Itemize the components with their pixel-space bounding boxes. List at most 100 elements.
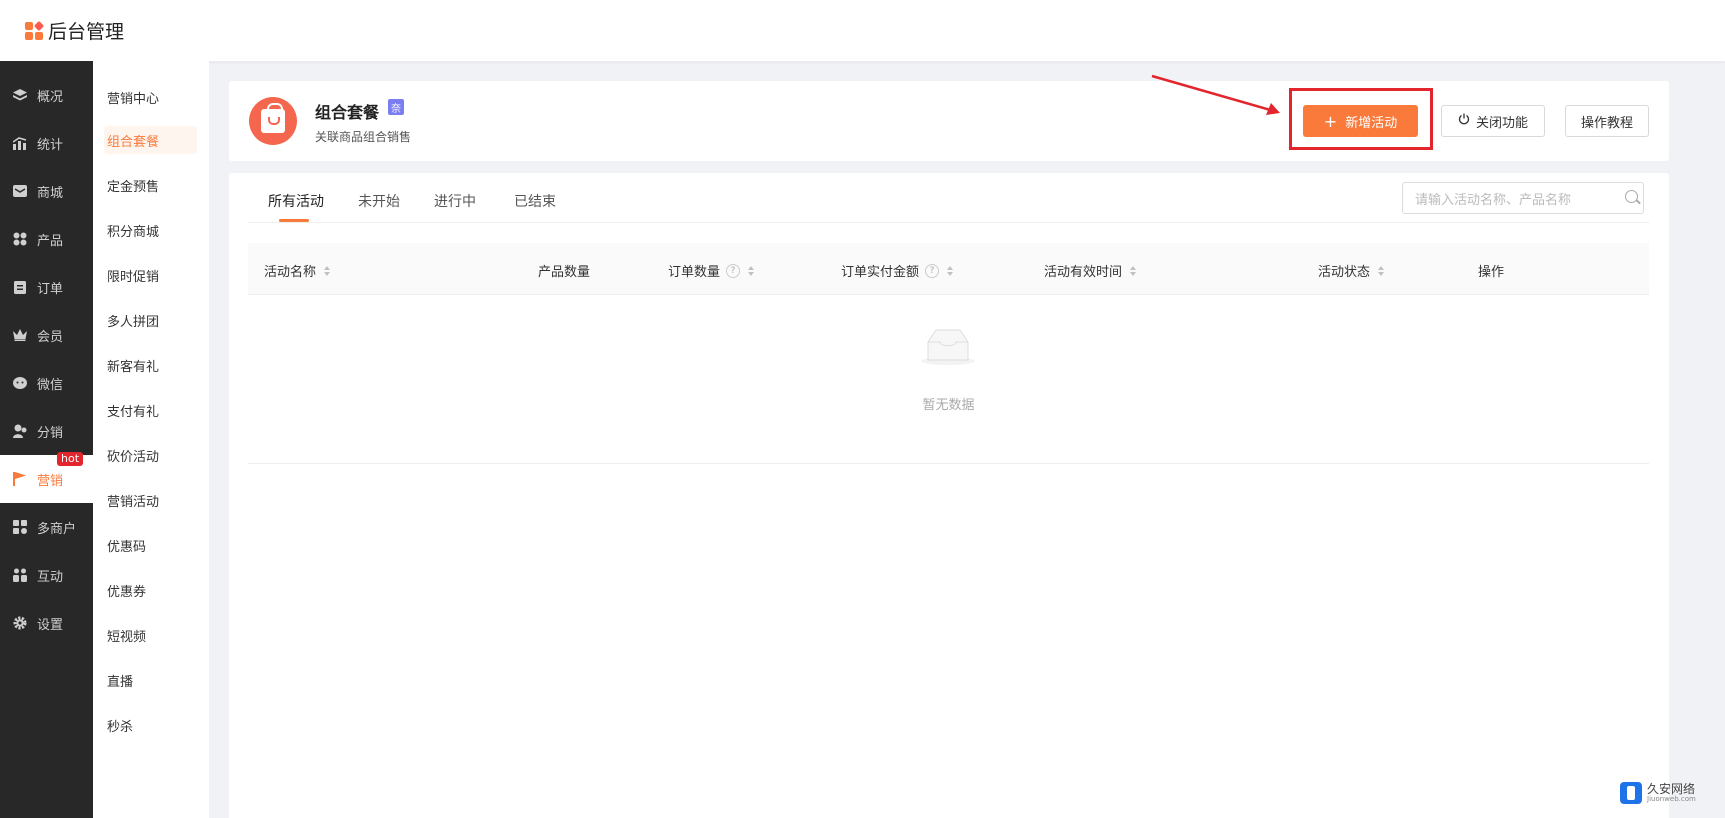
subnav-deposit-presale[interactable]: 定金预售 xyxy=(104,171,197,199)
col-label: 订单实付金额 xyxy=(841,265,920,280)
nav-label: 微信 xyxy=(37,377,64,393)
col-label: 活动名称 xyxy=(264,265,317,280)
nav-wechat[interactable]: 微信 xyxy=(0,359,93,407)
nav-label: 产品 xyxy=(37,233,64,249)
watermark-sub: Jiuonweb.com xyxy=(1647,795,1696,803)
clipboard-icon xyxy=(12,280,27,295)
add-activity-label: 新增活动 xyxy=(1345,115,1398,131)
watermark-logo-icon xyxy=(1620,782,1642,804)
app-title: 后台管理 xyxy=(48,21,125,43)
mail-icon xyxy=(12,184,27,199)
subnav-group-buy[interactable]: 多人拼团 xyxy=(104,306,197,334)
subnav-short-video[interactable]: 短视频 xyxy=(104,621,197,649)
subnav-marketing-activity[interactable]: 营销活动 xyxy=(104,486,197,514)
feature-header: 组合套餐 奈 关联商品组合销售 + 新增活动 关闭功能 操作教程 xyxy=(229,81,1669,161)
nav-label: 统计 xyxy=(37,137,64,153)
nav-label: 营销 xyxy=(37,473,64,489)
col-order-amount[interactable]: 订单实付金额 ? xyxy=(841,261,954,280)
col-status[interactable]: 活动状态 xyxy=(1318,261,1385,280)
crown-icon xyxy=(12,328,27,343)
nav-label: 商城 xyxy=(37,185,64,201)
subnav-promo-code[interactable]: 优惠码 xyxy=(104,531,197,559)
annotation-arrow-icon xyxy=(1151,74,1280,115)
logo-icon xyxy=(25,20,45,40)
nav-multi-merchant[interactable]: 多商户 xyxy=(0,503,93,551)
nav-products[interactable]: 产品 xyxy=(0,215,93,263)
users-icon xyxy=(12,424,27,439)
primary-sidebar: 概况 统计 商城 产品 订单 会员 微信 分销 hot 营销 多商户 互动 设置 xyxy=(0,61,93,818)
layers-icon xyxy=(12,88,27,103)
sort-icon[interactable] xyxy=(1378,265,1385,276)
subnav-marketing-center[interactable]: 营销中心 xyxy=(104,83,197,111)
nav-interaction[interactable]: 互动 xyxy=(0,551,93,599)
sort-icon[interactable] xyxy=(748,265,755,276)
grid-icon xyxy=(12,232,27,247)
close-feature-label: 关闭功能 xyxy=(1475,115,1528,131)
nav-orders[interactable]: 订单 xyxy=(0,263,93,311)
add-activity-button[interactable]: + 新增活动 xyxy=(1303,105,1418,137)
subnav-seckill[interactable]: 秒杀 xyxy=(104,711,197,739)
nav-distribution[interactable]: 分销 xyxy=(0,407,93,455)
search-icon[interactable] xyxy=(1625,190,1638,203)
nav-marketing[interactable]: hot 营销 xyxy=(0,452,93,503)
col-valid-time[interactable]: 活动有效时间 xyxy=(1044,261,1137,280)
tab-indicator xyxy=(279,219,309,222)
nav-label: 多商户 xyxy=(37,521,77,537)
help-icon[interactable]: ? xyxy=(726,263,741,278)
col-label: 活动状态 xyxy=(1318,265,1371,280)
nav-mall[interactable]: 商城 xyxy=(0,167,93,215)
hot-badge: hot xyxy=(57,452,84,466)
sort-icon[interactable] xyxy=(947,265,954,276)
subnav-new-customer-gift[interactable]: 新客有礼 xyxy=(104,351,197,379)
power-icon xyxy=(1458,113,1470,129)
nav-members[interactable]: 会员 xyxy=(0,311,93,359)
nav-label: 互动 xyxy=(37,569,64,585)
tutorial-button[interactable]: 操作教程 xyxy=(1565,105,1649,137)
subnav-live[interactable]: 直播 xyxy=(104,666,197,694)
empty-inbox-icon xyxy=(921,329,975,365)
nav-overview[interactable]: 概况 xyxy=(0,71,93,119)
col-order-count[interactable]: 订单数量 ? xyxy=(668,261,755,280)
status-tabs: 所有活动 未开始 进行中 已结束 请输入活动名称、产品名称 xyxy=(248,173,1649,223)
nav-label: 订单 xyxy=(37,281,64,297)
empty-text: 暂无数据 xyxy=(922,398,975,413)
nav-settings[interactable]: 设置 xyxy=(0,599,93,647)
tab-in-progress[interactable]: 进行中 xyxy=(434,191,476,211)
subnav-flash-promo[interactable]: 限时促销 xyxy=(104,261,197,289)
subnav-coupon[interactable]: 优惠券 xyxy=(104,576,197,604)
flag-icon xyxy=(12,472,27,487)
nav-label: 设置 xyxy=(37,617,64,633)
col-activity-name[interactable]: 活动名称 xyxy=(264,261,331,280)
tab-all[interactable]: 所有活动 xyxy=(268,191,324,211)
chart-icon xyxy=(12,136,27,151)
table-header: 活动名称 产品数量 订单数量 ? 订单实付金额 ? 活动有效时间 活动状态 操作 xyxy=(248,243,1649,295)
tab-ended[interactable]: 已结束 xyxy=(514,191,556,211)
col-label: 订单数量 xyxy=(668,265,721,280)
page-title: 组合套餐 xyxy=(315,103,380,122)
col-label: 操作 xyxy=(1478,265,1505,280)
nav-stats[interactable]: 统计 xyxy=(0,119,93,167)
gear-icon xyxy=(12,616,27,631)
help-icon[interactable]: ? xyxy=(925,263,940,278)
watermark-text: 久安网络 xyxy=(1647,782,1696,796)
col-product-count: 产品数量 xyxy=(538,261,590,280)
close-feature-button[interactable]: 关闭功能 xyxy=(1441,105,1545,137)
subnav-payment-gift[interactable]: 支付有礼 xyxy=(104,396,197,424)
secondary-sidebar: 营销中心 组合套餐 定金预售 积分商城 限时促销 多人拼团 新客有礼 支付有礼 … xyxy=(93,61,209,818)
subnav-points-mall[interactable]: 积分商城 xyxy=(104,216,197,244)
tab-not-started[interactable]: 未开始 xyxy=(358,191,400,211)
watermark: 久安网络 Jiuonweb.com xyxy=(1620,778,1720,808)
sort-icon[interactable] xyxy=(1130,265,1137,276)
empty-state: 暂无数据 xyxy=(248,296,1649,464)
nav-label: 概况 xyxy=(37,89,64,105)
col-label: 活动有效时间 xyxy=(1044,265,1123,280)
subnav-combo-package[interactable]: 组合套餐 xyxy=(104,126,197,154)
top-bar: 后台管理 xyxy=(0,0,1725,61)
sort-icon[interactable] xyxy=(324,265,331,276)
plus-icon: + xyxy=(1323,111,1338,131)
nav-label: 分销 xyxy=(37,425,64,441)
page-subtitle: 关联商品组合销售 xyxy=(315,130,412,144)
col-label: 产品数量 xyxy=(538,265,591,280)
subnav-bargain[interactable]: 砍价活动 xyxy=(104,441,197,469)
search-input[interactable]: 请输入活动名称、产品名称 xyxy=(1402,182,1644,214)
